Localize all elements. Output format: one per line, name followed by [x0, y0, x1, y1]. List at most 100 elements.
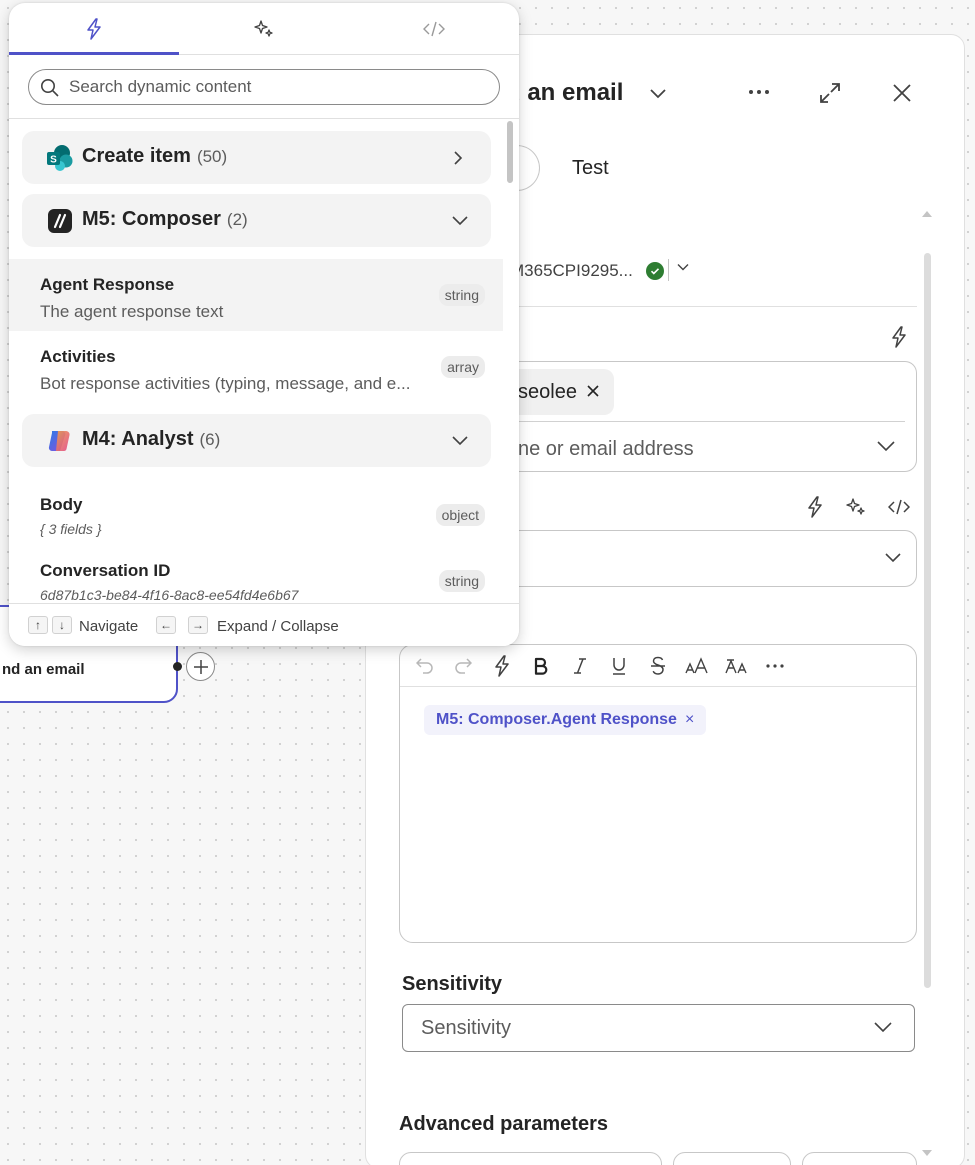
group-title: M4: Analyst (6): [82, 428, 220, 451]
redo-button[interactable]: [451, 655, 475, 677]
remove-token-button[interactable]: ×: [685, 711, 694, 729]
subject-dynamic-content-button[interactable]: [804, 495, 826, 519]
list-item-agent-response[interactable]: Agent Response The agent response text s…: [9, 259, 503, 331]
group-title: Create item (50): [82, 145, 227, 168]
recipient-chip-label: seolee: [518, 381, 577, 403]
search-box[interactable]: [28, 69, 500, 105]
subject-copilot-button[interactable]: [844, 495, 868, 519]
sensitivity-dropdown[interactable]: Sensitivity: [402, 1004, 915, 1052]
dynamic-content-token[interactable]: M5: Composer.Agent Response ×: [424, 705, 707, 735]
section-divider: [506, 306, 917, 307]
bold-button[interactable]: [529, 655, 553, 677]
plus-icon: [193, 659, 208, 674]
down-arrow-key: ↓: [52, 616, 72, 634]
tab-test[interactable]: Test: [572, 157, 609, 180]
group-name: Create item: [82, 145, 191, 167]
list-item-body[interactable]: Body { 3 fields } object: [9, 479, 503, 551]
close-icon: [893, 84, 911, 102]
body-editor[interactable]: M5: Composer.Agent Response ×: [399, 644, 917, 943]
group-name: M5: Composer: [82, 208, 221, 230]
show-all-button[interactable]: [673, 1152, 791, 1165]
sparkle-icon: [846, 498, 865, 515]
scroll-down-arrow[interactable]: [922, 1150, 932, 1156]
insert-dynamic-content-button[interactable]: [490, 655, 514, 677]
advanced-parameters-dropdown[interactable]: [399, 1152, 662, 1165]
flyout-scrollbar[interactable]: [507, 121, 513, 183]
token-label: M5: Composer.Agent Response: [436, 711, 677, 728]
to-dynamic-content-button[interactable]: [888, 325, 910, 349]
group-m5-composer[interactable]: M5: Composer (2): [22, 194, 491, 247]
copilot-icon: [48, 431, 70, 451]
remove-recipient-button[interactable]: [586, 384, 600, 398]
item-description: { 3 fields }: [40, 521, 102, 537]
strikethrough-button[interactable]: [646, 655, 670, 677]
subject-code-view-button[interactable]: [886, 495, 912, 519]
font-size-icon: [685, 657, 708, 674]
search-input[interactable]: [69, 76, 489, 98]
tab-expression[interactable]: [349, 3, 519, 55]
more-icon: [749, 90, 769, 94]
tab-dynamic-content[interactable]: [9, 3, 179, 55]
list-item-activities[interactable]: Activities Bot response activities (typi…: [9, 331, 503, 403]
to-input-placeholder[interactable]: ne or email address: [518, 438, 694, 461]
flyout-tabs: [9, 3, 519, 55]
more-options-button[interactable]: [744, 79, 774, 105]
code-icon: [423, 21, 445, 37]
more-formatting-button[interactable]: [763, 655, 787, 677]
chevron-down-icon: [885, 553, 901, 563]
flyout-divider: [9, 118, 519, 119]
advanced-parameters-label: Advanced parameters: [399, 1113, 608, 1135]
panel-title: d an email: [506, 79, 624, 106]
type-badge: string: [438, 284, 485, 306]
font-style-button[interactable]: [724, 655, 748, 677]
close-icon: [587, 385, 599, 397]
connection-ok-icon: [646, 262, 664, 280]
panel-scrollbar[interactable]: [924, 253, 931, 988]
group-m4-analyst[interactable]: M4: Analyst (6): [22, 414, 491, 467]
connection-name: M365CPI9295...: [510, 261, 633, 280]
undo-button[interactable]: [413, 655, 437, 677]
flyout-footer: ↑ ↓ Navigate ← → Expand / Collapse: [9, 603, 519, 646]
chevron-down-icon: [877, 441, 895, 452]
left-arrow-key: ←: [156, 616, 176, 634]
chevron-down-icon: [677, 264, 689, 271]
group-count: (2): [226, 210, 248, 229]
group-create-item[interactable]: S Create item (50): [22, 131, 491, 184]
scroll-up-arrow[interactable]: [922, 211, 932, 217]
to-dropdown-button[interactable]: [876, 440, 896, 452]
font-size-button[interactable]: [685, 655, 709, 677]
to-field-divider: [486, 421, 905, 422]
subject-dropdown-button[interactable]: [884, 552, 902, 564]
item-title: Conversation ID: [40, 561, 171, 580]
chevron-down-icon: [873, 1021, 893, 1033]
bold-icon: [534, 657, 548, 675]
right-arrow-key: →: [188, 616, 208, 634]
chevron-right-icon: [451, 150, 465, 166]
item-description: The agent response text: [40, 302, 224, 321]
group-count: (6): [199, 430, 221, 449]
group-title: M5: Composer (2): [82, 208, 248, 231]
group-count: (50): [196, 147, 228, 166]
clear-all-button[interactable]: [802, 1152, 917, 1165]
expand-panel-button[interactable]: [816, 79, 844, 107]
editor-toolbar: [400, 645, 916, 687]
item-description: 6d87b1c3-be84-4f16-8ac8-ee54fd4e6b67: [40, 587, 299, 603]
connection-dropdown-button[interactable]: [677, 263, 689, 271]
add-step-button[interactable]: [186, 652, 215, 681]
flow-node-label: nd an email: [2, 661, 85, 678]
title-dropdown-button[interactable]: [646, 81, 670, 105]
lightning-icon: [808, 496, 822, 518]
more-icon: [766, 664, 784, 668]
subject-field[interactable]: [486, 530, 917, 587]
up-arrow-key: ↑: [28, 616, 48, 634]
close-panel-button[interactable]: [888, 79, 916, 107]
tab-copilot[interactable]: [179, 3, 349, 55]
item-title: Agent Response: [40, 275, 175, 294]
underline-button[interactable]: [607, 655, 631, 677]
item-title: Activities: [40, 347, 116, 366]
type-badge: object: [435, 504, 485, 526]
lightning-icon: [495, 655, 509, 677]
code-icon: [888, 499, 910, 515]
group-name: M4: Analyst: [82, 428, 194, 450]
italic-button[interactable]: [568, 655, 592, 677]
